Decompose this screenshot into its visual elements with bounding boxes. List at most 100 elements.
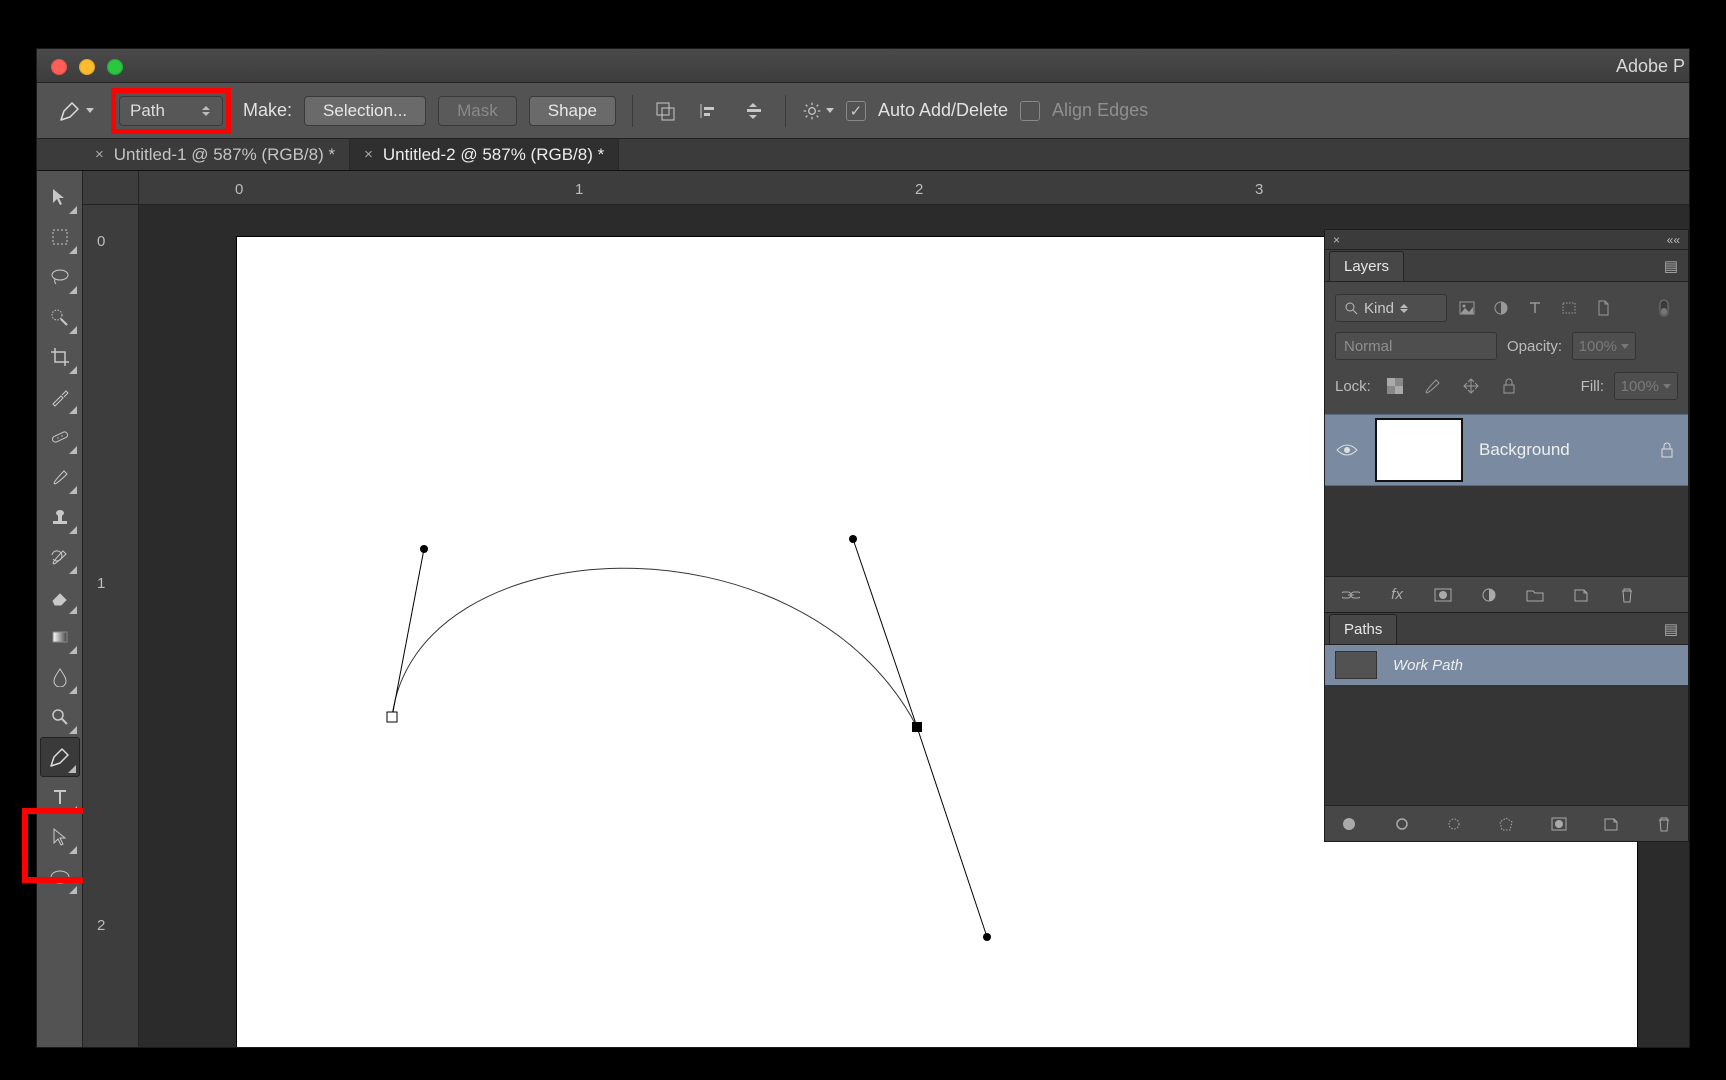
move-icon — [50, 187, 70, 207]
zoom-tool[interactable] — [40, 697, 80, 737]
marquee-tool[interactable] — [40, 217, 80, 257]
delete-path-icon[interactable] — [1652, 810, 1676, 838]
selection-to-path-icon[interactable] — [1494, 810, 1518, 838]
path-item-work-path[interactable]: Work Path — [1325, 645, 1688, 685]
divider — [785, 95, 786, 127]
make-mask-button[interactable]: Mask — [438, 96, 517, 126]
make-selection-button[interactable]: Selection... — [304, 96, 426, 126]
panel-menu-icon[interactable]: ▤ — [1654, 614, 1688, 644]
stroke-path-icon[interactable] — [1389, 810, 1413, 838]
filter-type-icon[interactable] — [1521, 294, 1549, 322]
filter-toggle[interactable] — [1650, 294, 1678, 322]
tab-paths[interactable]: Paths — [1329, 614, 1397, 644]
layer-name[interactable]: Background — [1479, 440, 1640, 460]
pen-tool[interactable] — [40, 737, 80, 777]
close-tab-icon[interactable]: × — [95, 146, 104, 163]
lock-position-icon[interactable] — [1457, 372, 1485, 400]
layers-footer: fx — [1325, 576, 1688, 612]
doc-tab-untitled-2[interactable]: × Untitled-2 @ 587% (RGB/8) * — [350, 139, 619, 170]
gear-settings-button[interactable] — [802, 95, 834, 127]
app-title: Adobe P — [1616, 56, 1685, 77]
tab-layers[interactable]: Layers — [1329, 251, 1404, 281]
blend-mode-dropdown[interactable]: Normal — [1335, 332, 1497, 360]
stamp-tool[interactable] — [40, 497, 80, 537]
marquee-icon — [50, 227, 70, 247]
ruler-vertical[interactable]: 0 1 2 — [83, 205, 139, 1047]
visibility-toggle[interactable] — [1335, 442, 1359, 458]
layer-filter-type[interactable]: Kind — [1335, 294, 1447, 322]
eyedropper-tool[interactable] — [40, 377, 80, 417]
layer-mask-icon[interactable] — [1429, 581, 1457, 609]
layers-empty-area[interactable] — [1325, 486, 1688, 576]
ruler-corner[interactable] — [83, 171, 139, 205]
pen-mode-dropdown[interactable]: Path — [119, 96, 223, 126]
blend-mode-value: Normal — [1344, 338, 1392, 355]
new-group-icon[interactable] — [1521, 581, 1549, 609]
crop-tool[interactable] — [40, 337, 80, 377]
layer-style-icon[interactable]: fx — [1383, 581, 1411, 609]
path-to-selection-icon[interactable] — [1442, 810, 1466, 838]
gradient-icon — [50, 627, 70, 647]
window-close-button[interactable] — [51, 59, 67, 75]
lasso-icon — [49, 267, 71, 287]
fill-path-icon[interactable] — [1337, 810, 1361, 838]
close-panel-icon[interactable]: × — [1333, 233, 1340, 247]
filter-shape-icon[interactable] — [1555, 294, 1583, 322]
lock-all-icon[interactable] — [1495, 372, 1523, 400]
doc-tab-untitled-1[interactable]: × Untitled-1 @ 587% (RGB/8) * — [81, 139, 350, 170]
path-alignment-button[interactable] — [693, 95, 725, 127]
align-edges-checkbox[interactable]: ✓ — [1020, 101, 1040, 121]
window-minimize-button[interactable] — [79, 59, 95, 75]
opacity-label: Opacity: — [1507, 338, 1562, 355]
paths-empty-area[interactable] — [1325, 685, 1688, 805]
gear-icon — [802, 100, 822, 122]
panel-menu-icon[interactable]: ▤ — [1654, 251, 1688, 281]
healing-brush-tool[interactable] — [40, 417, 80, 457]
tool-preset-picker[interactable] — [53, 93, 99, 129]
layer-item-background[interactable]: Background — [1325, 414, 1688, 486]
lock-transparency-icon[interactable] — [1381, 372, 1409, 400]
combine-shapes-icon — [654, 100, 676, 122]
blur-tool[interactable] — [40, 657, 80, 697]
new-layer-icon[interactable] — [1567, 581, 1595, 609]
ellipse-tool[interactable] — [40, 857, 80, 897]
lock-image-icon[interactable] — [1419, 372, 1447, 400]
gradient-tool[interactable] — [40, 617, 80, 657]
doc-tab-label: Untitled-1 @ 587% (RGB/8) * — [114, 145, 335, 165]
path-thumbnail[interactable] — [1335, 651, 1377, 679]
close-tab-icon[interactable]: × — [364, 146, 373, 163]
make-shape-button[interactable]: Shape — [529, 96, 616, 126]
fill-input[interactable]: 100% — [1614, 372, 1678, 400]
adjustment-layer-icon[interactable] — [1475, 581, 1503, 609]
panel-strip[interactable]: × «« — [1325, 230, 1688, 250]
opacity-input[interactable]: 100% — [1572, 332, 1636, 360]
filter-pixel-icon[interactable] — [1453, 294, 1481, 322]
link-layers-icon[interactable] — [1337, 581, 1365, 609]
move-tool[interactable] — [40, 177, 80, 217]
path-arrangement-button[interactable] — [737, 95, 769, 127]
path-operations-button[interactable] — [649, 95, 681, 127]
type-tool[interactable] — [40, 777, 80, 817]
delete-layer-icon[interactable] — [1613, 581, 1641, 609]
path-selection-tool[interactable] — [40, 817, 80, 857]
brush-tool[interactable] — [40, 457, 80, 497]
new-path-icon[interactable] — [1599, 810, 1623, 838]
window-zoom-button[interactable] — [107, 59, 123, 75]
path-name[interactable]: Work Path — [1393, 657, 1463, 674]
brush-icon — [50, 467, 70, 487]
paths-tab-row: Paths ▤ — [1325, 613, 1688, 645]
bandaid-icon — [49, 427, 71, 447]
ruler-horizontal[interactable]: 0 1 2 3 — [139, 171, 1689, 205]
layer-locked-icon[interactable] — [1656, 439, 1678, 461]
quick-selection-tool[interactable] — [40, 297, 80, 337]
eraser-tool[interactable] — [40, 577, 80, 617]
layer-thumbnail[interactable] — [1375, 418, 1463, 482]
history-brush-tool[interactable] — [40, 537, 80, 577]
search-icon — [1344, 301, 1358, 315]
filter-adjustment-icon[interactable] — [1487, 294, 1515, 322]
lasso-tool[interactable] — [40, 257, 80, 297]
collapse-panel-icon[interactable]: «« — [1667, 233, 1680, 247]
auto-add-delete-checkbox[interactable]: ✓ — [846, 101, 866, 121]
filter-smart-object-icon[interactable] — [1589, 294, 1617, 322]
add-mask-icon[interactable] — [1547, 810, 1571, 838]
